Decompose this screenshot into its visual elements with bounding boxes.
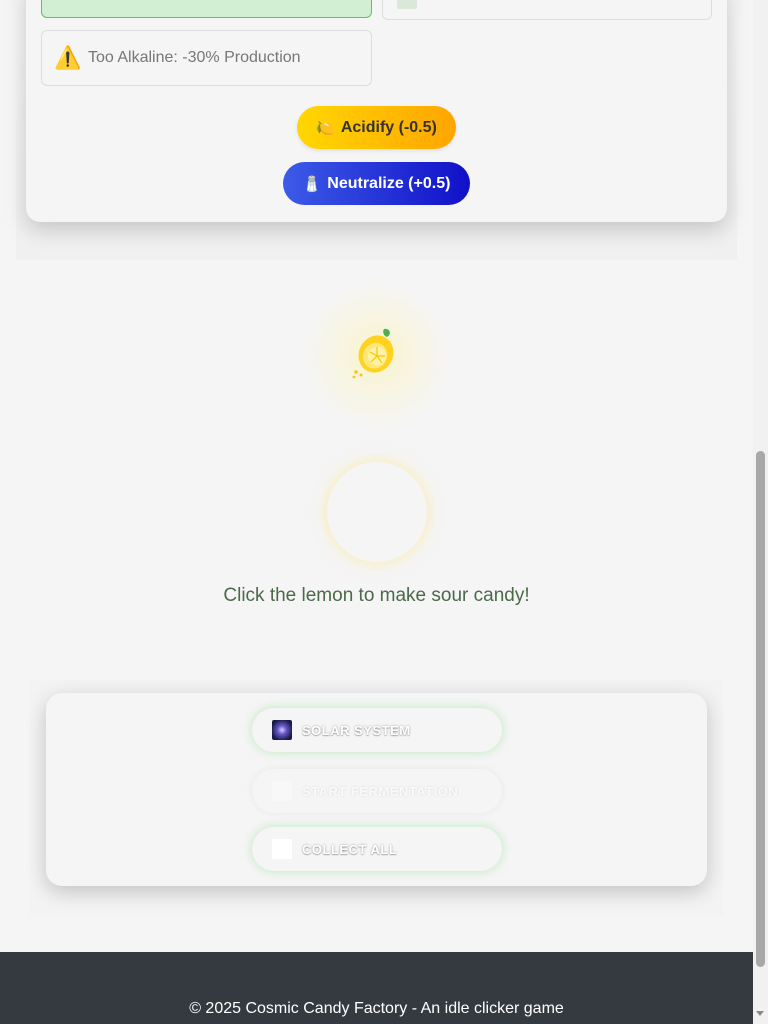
galaxy-icon bbox=[272, 720, 292, 740]
collect-icon bbox=[272, 839, 292, 859]
ph-status-box-active bbox=[41, 0, 372, 18]
ferment-icon bbox=[272, 781, 292, 801]
ph-status-box bbox=[382, 0, 712, 20]
scrollbar-thumb[interactable] bbox=[756, 451, 765, 967]
neutralize-button[interactable]: 🧂 Neutralize (+0.5) bbox=[283, 162, 470, 205]
collect-all-button[interactable]: COLLECT ALL bbox=[252, 827, 502, 871]
acidify-button-label: Acidify (-0.5) bbox=[340, 118, 437, 136]
start-fermentation-button[interactable]: START FERMENTATION bbox=[252, 769, 502, 813]
status-icon bbox=[397, 0, 417, 9]
ph-warning-text: Too Alkaline: -30% Production bbox=[88, 49, 301, 66]
page: ⚠️ Too Alkaline: -30% Production 🍋 Acidi… bbox=[0, 0, 753, 1024]
click-target-button[interactable] bbox=[327, 462, 427, 562]
start-fermentation-label: START FERMENTATION bbox=[302, 783, 459, 799]
acidify-button[interactable]: 🍋 Acidify (-0.5) bbox=[297, 106, 456, 149]
lemon-icon: 🍋 bbox=[316, 119, 335, 137]
footer-text: © 2025 Cosmic Candy Factory - An idle cl… bbox=[189, 1000, 564, 1017]
click-hint: Click the lemon to make sour candy! bbox=[223, 585, 530, 606]
ph-warning-box: ⚠️ Too Alkaline: -30% Production bbox=[41, 30, 372, 86]
lemon-icon[interactable] bbox=[346, 324, 402, 380]
solar-system-button[interactable]: SOLAR SYSTEM bbox=[252, 708, 502, 752]
salt-icon: 🧂 bbox=[302, 175, 322, 193]
solar-system-label: SOLAR SYSTEM bbox=[302, 722, 411, 738]
scroll-down-arrow-icon[interactable] bbox=[756, 1011, 764, 1016]
warning-icon: ⚠️ bbox=[54, 45, 82, 70]
neutralize-button-label: Neutralize (+0.5) bbox=[327, 174, 451, 192]
collect-all-label: COLLECT ALL bbox=[302, 841, 398, 857]
